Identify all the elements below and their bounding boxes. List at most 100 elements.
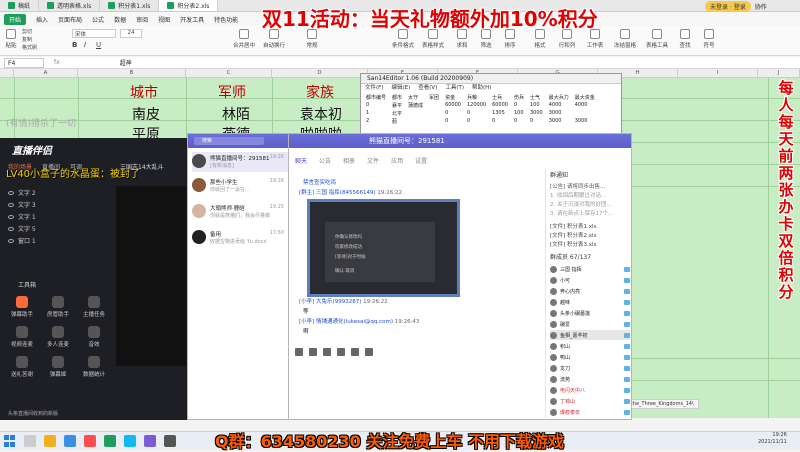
ribbon-sort[interactable]: 排序 [500, 29, 520, 49]
editor-menu-edit[interactable]: 编辑(E) [391, 84, 410, 93]
editor-menu-view[interactable]: 查看(V) [418, 84, 437, 93]
member-item[interactable]: 积山 [550, 341, 630, 351]
doc-tab-2[interactable]: 积分表1.xls [100, 0, 160, 11]
ribbon-merge[interactable]: 合并居中 [232, 29, 256, 49]
member-item[interactable]: 小可 [550, 275, 630, 285]
tool-danmaku-ji[interactable]: 弹幕姬 [44, 356, 72, 378]
th[interactable]: 兵粮 [464, 93, 489, 101]
cell-r1c3[interactable]: 袁本初 [300, 104, 342, 124]
scissors-icon[interactable] [323, 348, 331, 356]
member-item[interactable]: 碾爱 [550, 319, 630, 329]
eye-icon[interactable] [8, 190, 14, 195]
tool-gift-thanks[interactable]: 送礼答谢 [8, 356, 36, 378]
gif-icon[interactable] [309, 348, 317, 356]
menu-review[interactable]: 审阅 [136, 15, 148, 24]
editor-icon[interactable] [164, 435, 176, 447]
editor-menu-tools[interactable]: 工具(T) [445, 84, 464, 93]
editor-menu-help[interactable]: 帮助(H) [472, 84, 491, 93]
file-item[interactable]: [文件] 积分表2.xls [550, 231, 596, 239]
chat-tab-settings[interactable]: 设置 [415, 156, 427, 165]
th[interactable]: 最大资金 [572, 93, 598, 101]
notice-item[interactable]: 2. 关于沉浸对我的好团… [550, 200, 612, 208]
cell-city[interactable]: 城市 [130, 82, 158, 102]
table-row[interactable]: 1 北平 0 0 1305 100 3000 3000 [363, 109, 598, 117]
source-item[interactable]: 文字 3 [8, 200, 36, 209]
eye-icon[interactable] [8, 226, 14, 231]
menu-insert[interactable]: 插入 [36, 15, 48, 24]
tool-admin[interactable]: 房管助手 [44, 296, 72, 318]
font-size-select[interactable]: 24 [120, 29, 142, 38]
qq-search-input[interactable]: 搜索 [194, 137, 264, 145]
msg-link[interactable]: (845566149) [340, 190, 376, 196]
source-item[interactable]: 文字 1 [8, 212, 36, 221]
chat-tab-apps[interactable]: 应用 [391, 156, 403, 165]
corner-cell[interactable] [0, 69, 14, 77]
chat-image[interactable]: 你确认修改吗 玩家修改成功 [等待]对于时候 确认 取消 [307, 199, 460, 297]
ribbon-copy[interactable]: 复制 [22, 36, 32, 43]
member-item[interactable]: 头条小碾墓莲 [550, 308, 630, 318]
col-d[interactable]: D [272, 69, 368, 77]
tool-multi-link[interactable]: 多人连麦 [44, 326, 72, 348]
search-icon[interactable] [24, 435, 36, 447]
th[interactable]: 都市编号 [363, 93, 389, 101]
notice-item[interactable]: 3. 请在新点上保存17个… [550, 209, 614, 217]
cell-commander[interactable]: 军师 [218, 82, 246, 102]
tool-danmaku[interactable]: 弹幕助手 [8, 296, 36, 318]
image-icon[interactable] [351, 348, 359, 356]
editor-menu-file[interactable]: 文件(F) [365, 84, 383, 93]
th[interactable]: 最大兵力 [546, 93, 572, 101]
col-j[interactable]: J [758, 69, 800, 77]
msg-sender[interactable]: [小李] 情铺通通化 [299, 319, 344, 325]
chat-input[interactable] [295, 360, 535, 415]
th[interactable]: 伤兵 [511, 93, 527, 101]
explorer-icon[interactable] [44, 435, 56, 447]
msg-link[interactable]: (lukesai@qq.com) [344, 319, 393, 325]
bold-button[interactable]: B [72, 41, 77, 49]
eye-icon[interactable] [8, 238, 14, 243]
ribbon-table-style[interactable]: 表格样式 [420, 29, 446, 49]
cell-r1c2[interactable]: 林陌 [222, 104, 250, 124]
member-item[interactable]: 三国 指挥 [550, 264, 630, 274]
menu-formula[interactable]: 公式 [92, 15, 104, 24]
contact-item[interactable]: 熊猫直播间号：291581 [有新消息] 19:26 [192, 152, 288, 172]
qq-icon[interactable] [124, 435, 136, 447]
menu-layout[interactable]: 页面布局 [58, 15, 82, 24]
ribbon-freeze[interactable]: 冻结窗格 [612, 29, 638, 49]
taskbar-clock[interactable]: 19:26 2021/11/11 [758, 432, 787, 446]
ribbon-find[interactable]: 查找 [676, 29, 694, 49]
source-item[interactable]: 文字 5 [8, 224, 36, 233]
doc-tab-1[interactable]: 透明表格.xls [39, 0, 101, 11]
chat-tab-notice[interactable]: 公告 [319, 156, 331, 165]
doc-tab-3[interactable]: 积分表2.xls [159, 0, 219, 11]
tool-tasks[interactable]: 主播任务 [80, 296, 108, 318]
tool-video-link[interactable]: 视频连麦 [8, 326, 36, 348]
ribbon-number-format[interactable]: 常规 [300, 29, 324, 49]
italic-button[interactable]: I [84, 41, 86, 49]
voice-icon[interactable] [365, 348, 373, 356]
member-item[interactable]: 奔心内亮 [550, 286, 630, 296]
name-box[interactable]: F4 [4, 57, 44, 68]
ribbon-filter[interactable]: 筛选 [476, 29, 496, 49]
th[interactable]: 都市 [389, 93, 405, 101]
ribbon-symbol[interactable]: 符号 [700, 29, 718, 49]
file-item[interactable]: [文件] 积分表3.xls [550, 240, 596, 248]
cell-family[interactable]: 家族 [306, 82, 334, 102]
table-row[interactable]: 2 蓟 0 0 0 0 0 3000 3000 [363, 117, 598, 125]
msg-link[interactable]: (9993287) [333, 299, 362, 305]
member-item[interactable]: 越味 [550, 297, 630, 307]
game-icon[interactable] [144, 435, 156, 447]
chat-tab-album[interactable]: 相册 [343, 156, 355, 165]
chat-tab-chat[interactable]: 聊天 [295, 156, 307, 165]
collab-button[interactable]: 协作 [755, 2, 767, 11]
ribbon-rowcol[interactable]: 行和列 [556, 29, 578, 49]
col-b[interactable]: B [78, 69, 186, 77]
contact-item[interactable]: 那些小学生 你就回了一会在… 19:26 [192, 176, 288, 196]
member-item[interactable]: 鱼相_嘉丰初 [550, 330, 630, 340]
ribbon-worksheet[interactable]: 工作表 [584, 29, 606, 49]
member-item[interactable]: 电闪天中八 [550, 385, 630, 395]
msg-sender[interactable]: [群主] 三国 指挥 [299, 190, 340, 196]
th[interactable]: 士兵 [489, 93, 511, 101]
notice-item[interactable]: [公告] 请将同步出售… [550, 182, 606, 190]
th[interactable]: 太守 [405, 93, 426, 101]
contact-item[interactable]: 备用 收据宝物进贡给 'fu.docx' 17:50 [192, 228, 288, 248]
